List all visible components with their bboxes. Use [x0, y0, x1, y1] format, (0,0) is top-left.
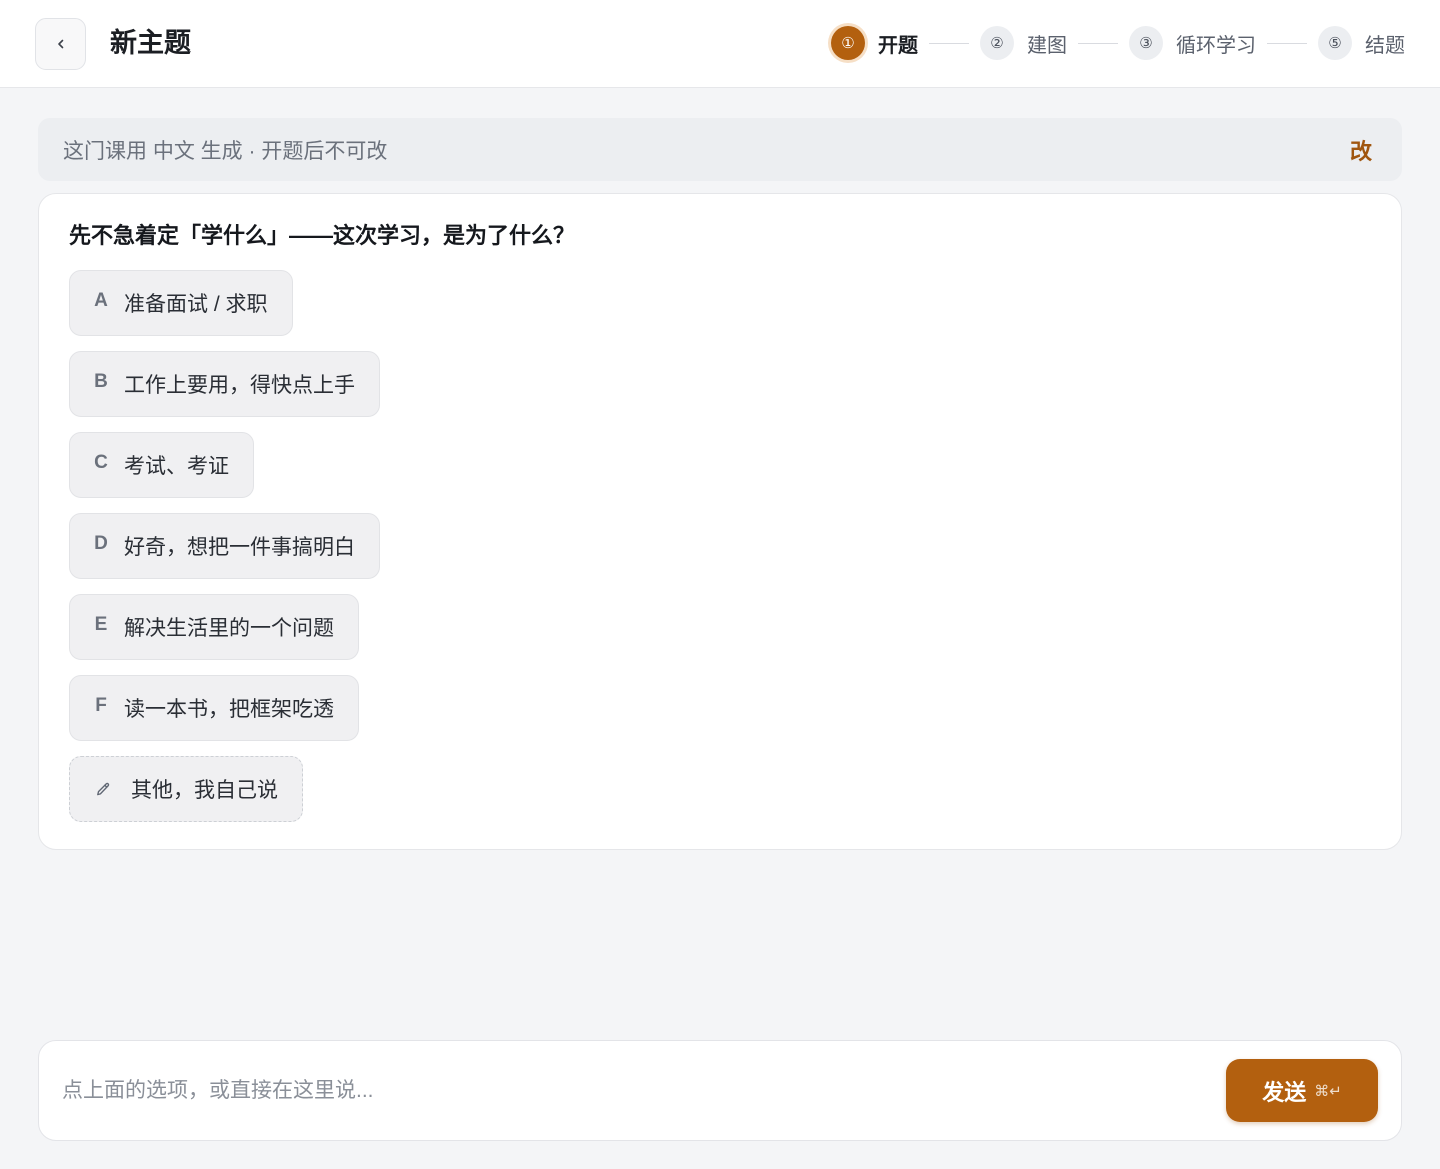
question-prompt: 先不急着定「学什么」——这次学习，是为了什么？	[69, 223, 576, 248]
notice-text: 这门课用 中文 生成 · 开题后不可改	[63, 139, 388, 163]
question-card: 先不急着定「学什么」——这次学习，是为了什么？ A 准备面试 / 求职 B 工作…	[38, 193, 1402, 850]
language-lock-notice: 这门课用 中文 生成 · 开题后不可改 改	[38, 118, 1402, 181]
progress-stepper: ① 开题 ② 建图 ③ 循环学习 ⑤ 结题	[831, 0, 1405, 86]
option-key: F	[95, 695, 107, 716]
step-label: 建图	[1027, 34, 1067, 57]
pencil-icon	[97, 782, 110, 796]
option-other-custom[interactable]: 其他，我自己说	[69, 756, 303, 822]
step-connector	[1078, 42, 1118, 44]
step-jiantu: ② 建图	[980, 26, 1067, 60]
step-connector	[929, 42, 969, 44]
message-composer: 发送 ⌘↵	[38, 1040, 1402, 1141]
message-input[interactable]	[62, 1078, 1226, 1103]
option-list: A 准备面试 / 求职 B 工作上要用，得快点上手 C 考试、考证 D 好奇，想…	[69, 270, 1371, 822]
option-label: 解决生活里的一个问题	[124, 617, 334, 640]
send-shortcut-hint: ⌘↵	[1314, 1081, 1342, 1100]
option-label: 其他，我自己说	[131, 779, 278, 802]
step-label: 开题	[878, 34, 918, 57]
step-connector	[1267, 42, 1307, 44]
option-label: 考试、考证	[124, 455, 229, 478]
change-language-button[interactable]: 改	[1350, 134, 1372, 166]
top-bar: 新主题 ① 开题 ② 建图 ③ 循环学习 ⑤ 结题	[0, 0, 1440, 88]
step-label: 循环学习	[1176, 34, 1256, 57]
option-key: D	[94, 533, 108, 554]
option-a[interactable]: A 准备面试 / 求职	[69, 270, 293, 336]
option-d[interactable]: D 好奇，想把一件事搞明白	[69, 513, 380, 579]
option-c[interactable]: C 考试、考证	[69, 432, 254, 498]
option-label: 工作上要用，得快点上手	[124, 374, 355, 397]
step-number-badge: ②	[980, 26, 1014, 60]
step-number-badge: ③	[1129, 26, 1163, 60]
option-label: 好奇，想把一件事搞明白	[124, 536, 355, 559]
option-key: E	[94, 614, 108, 635]
option-b[interactable]: B 工作上要用，得快点上手	[69, 351, 380, 417]
option-f[interactable]: F 读一本书，把框架吃透	[69, 675, 359, 741]
option-e[interactable]: E 解决生活里的一个问题	[69, 594, 359, 660]
step-number-badge: ①	[831, 26, 865, 60]
step-jieti: ⑤ 结题	[1318, 26, 1405, 60]
step-xunhuan-xuexi: ③ 循环学习	[1129, 26, 1256, 60]
step-number-badge: ⑤	[1318, 26, 1352, 60]
send-label: 发送	[1262, 1079, 1307, 1105]
back-button[interactable]	[35, 18, 86, 70]
step-kaiti: ① 开题	[831, 26, 918, 60]
send-button[interactable]: 发送 ⌘↵	[1226, 1059, 1378, 1122]
option-key: A	[94, 290, 108, 311]
option-key: C	[94, 452, 108, 473]
option-label: 准备面试 / 求职	[124, 293, 268, 316]
step-label: 结题	[1365, 34, 1405, 57]
page-title: 新主题	[110, 28, 191, 58]
option-key: B	[94, 371, 108, 392]
chevron-left-icon	[57, 39, 63, 49]
option-label: 读一本书，把框架吃透	[124, 698, 334, 721]
